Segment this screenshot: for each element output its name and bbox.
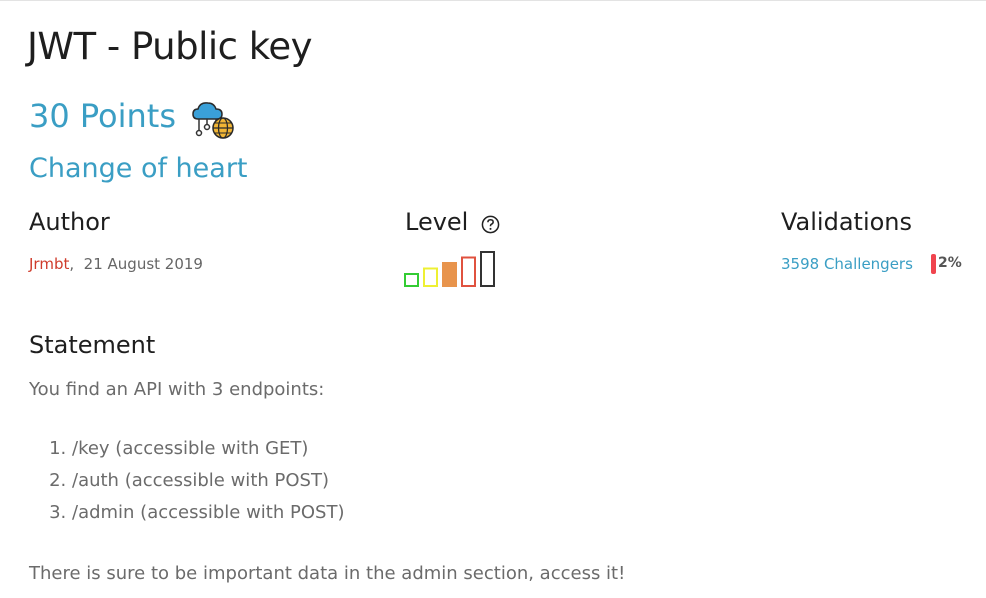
author-name-link[interactable]: Jrmbt bbox=[29, 255, 69, 273]
author-date: 21 August 2019 bbox=[83, 255, 203, 273]
level-bar-1 bbox=[404, 273, 419, 287]
level-bar-2 bbox=[423, 267, 438, 287]
points-value: 30 Points bbox=[29, 97, 177, 135]
author-info: Jrmbt, 21 August 2019 bbox=[29, 255, 203, 273]
statement-intro: You find an API with 3 endpoints: bbox=[29, 379, 325, 400]
challenge-title: JWT - Public key bbox=[27, 25, 313, 68]
list-item: /admin (accessible with POST) bbox=[72, 497, 344, 529]
cloud-network-globe-icon bbox=[192, 102, 234, 139]
level-bar-4 bbox=[461, 256, 476, 287]
question-circle-icon[interactable] bbox=[481, 215, 500, 234]
validation-percent-mark bbox=[931, 254, 936, 274]
author-heading: Author bbox=[29, 208, 110, 236]
level-bar-5 bbox=[480, 251, 495, 287]
category-link[interactable]: Change of heart bbox=[29, 153, 248, 184]
statement-outro: There is sure to be important data in th… bbox=[29, 563, 626, 584]
list-item: /key (accessible with GET) bbox=[72, 433, 344, 465]
endpoint-list: /key (accessible with GET) /auth (access… bbox=[47, 433, 344, 529]
level-bar-3 bbox=[442, 262, 457, 287]
author-separator: , bbox=[69, 255, 75, 273]
list-item: /auth (accessible with POST) bbox=[72, 465, 344, 497]
level-heading: Level bbox=[405, 208, 469, 236]
statement-heading: Statement bbox=[29, 331, 156, 359]
difficulty-level-bars bbox=[404, 251, 495, 287]
validations-heading: Validations bbox=[781, 208, 913, 236]
challengers-link[interactable]: 3598 Challengers bbox=[781, 255, 913, 273]
validation-percent: 2% bbox=[938, 255, 962, 271]
